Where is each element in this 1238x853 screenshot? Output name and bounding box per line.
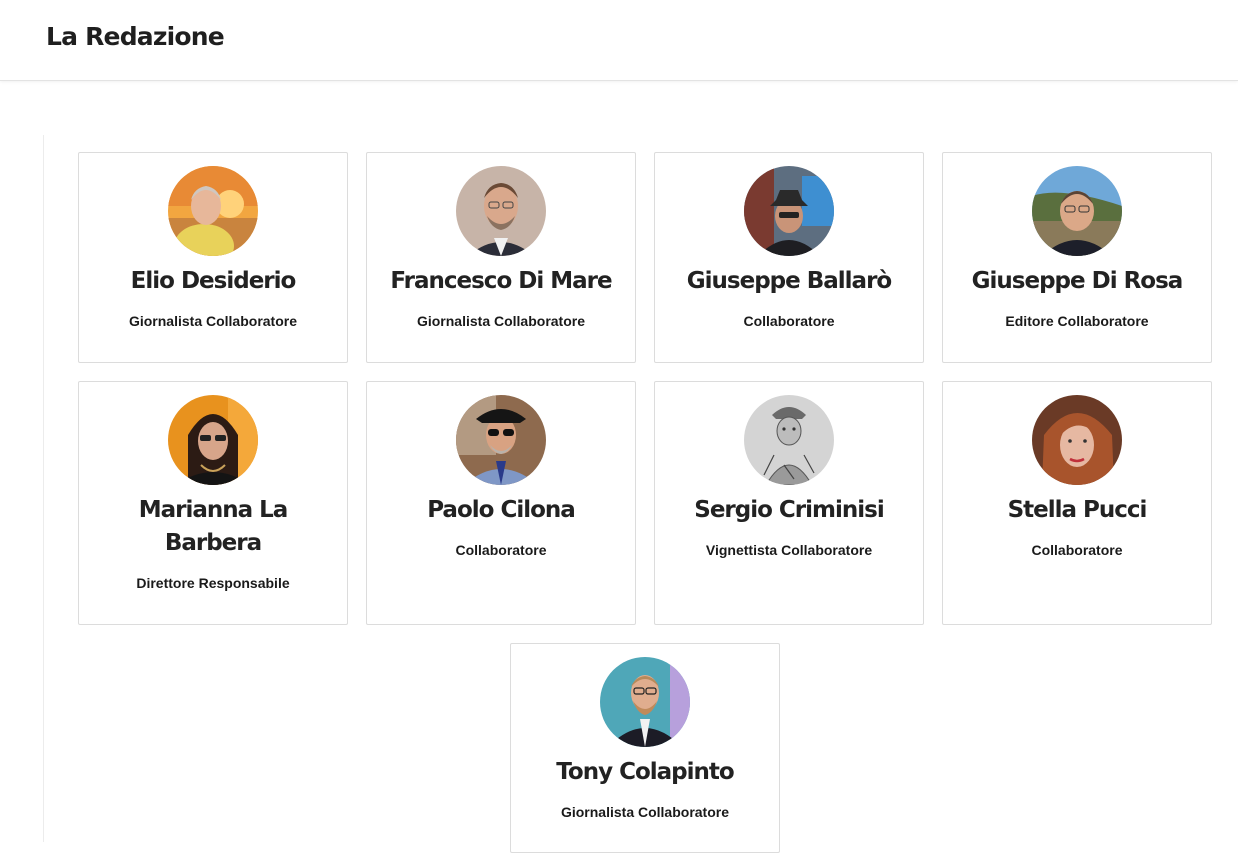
member-role: Giornalista Collaboratore bbox=[416, 313, 586, 329]
avatar[interactable] bbox=[456, 166, 546, 256]
member-role: Direttore Responsabile bbox=[136, 575, 290, 591]
member-name[interactable]: Elio Desiderio bbox=[89, 265, 337, 298]
member-role: Collaboratore bbox=[1031, 542, 1123, 558]
avatar[interactable] bbox=[168, 166, 258, 256]
avatar[interactable] bbox=[744, 166, 834, 256]
member-card[interactable]: Stella Pucci Collaboratore bbox=[942, 381, 1212, 625]
member-role: Giornalista Collaboratore bbox=[128, 313, 298, 329]
member-role: Editore Collaboratore bbox=[1005, 313, 1149, 329]
page-title: La Redazione bbox=[46, 22, 225, 51]
member-name[interactable]: Giuseppe Di Rosa bbox=[953, 265, 1201, 298]
page-header: La Redazione bbox=[0, 0, 1238, 81]
member-card[interactable]: Giuseppe Di Rosa Editore Collaboratore bbox=[942, 152, 1212, 363]
member-role: Giornalista Collaboratore bbox=[560, 804, 730, 820]
avatar[interactable] bbox=[456, 395, 546, 485]
avatar[interactable] bbox=[600, 657, 690, 747]
member-name[interactable]: Giuseppe Ballarò bbox=[665, 265, 913, 298]
avatar[interactable] bbox=[168, 395, 258, 485]
member-role: Collaboratore bbox=[743, 313, 835, 329]
member-card[interactable]: Marianna La Barbera Direttore Responsabi… bbox=[78, 381, 348, 625]
member-role: Vignettista Collaboratore bbox=[705, 542, 873, 558]
member-card[interactable]: Sergio Criminisi Vignettista Collaborato… bbox=[654, 381, 924, 625]
member-name[interactable]: Francesco Di Mare bbox=[377, 265, 625, 298]
member-name[interactable]: Stella Pucci bbox=[953, 494, 1201, 527]
member-card[interactable]: Elio Desiderio Giornalista Collaboratore bbox=[78, 152, 348, 363]
member-name[interactable]: Marianna La Barbera bbox=[89, 494, 337, 560]
member-card[interactable]: Giuseppe Ballarò Collaboratore bbox=[654, 152, 924, 363]
member-role: Collaboratore bbox=[455, 542, 547, 558]
member-name[interactable]: Paolo Cilona bbox=[377, 494, 625, 527]
member-card[interactable]: Tony Colapinto Giornalista Collaboratore bbox=[510, 643, 780, 853]
avatar[interactable] bbox=[1032, 166, 1122, 256]
avatar[interactable] bbox=[1032, 395, 1122, 485]
member-name[interactable]: Tony Colapinto bbox=[521, 756, 769, 789]
content-divider bbox=[43, 135, 44, 842]
avatar[interactable] bbox=[744, 395, 834, 485]
member-card[interactable]: Francesco Di Mare Giornalista Collaborat… bbox=[366, 152, 636, 363]
member-card[interactable]: Paolo Cilona Collaboratore bbox=[366, 381, 636, 625]
member-name[interactable]: Sergio Criminisi bbox=[665, 494, 913, 527]
